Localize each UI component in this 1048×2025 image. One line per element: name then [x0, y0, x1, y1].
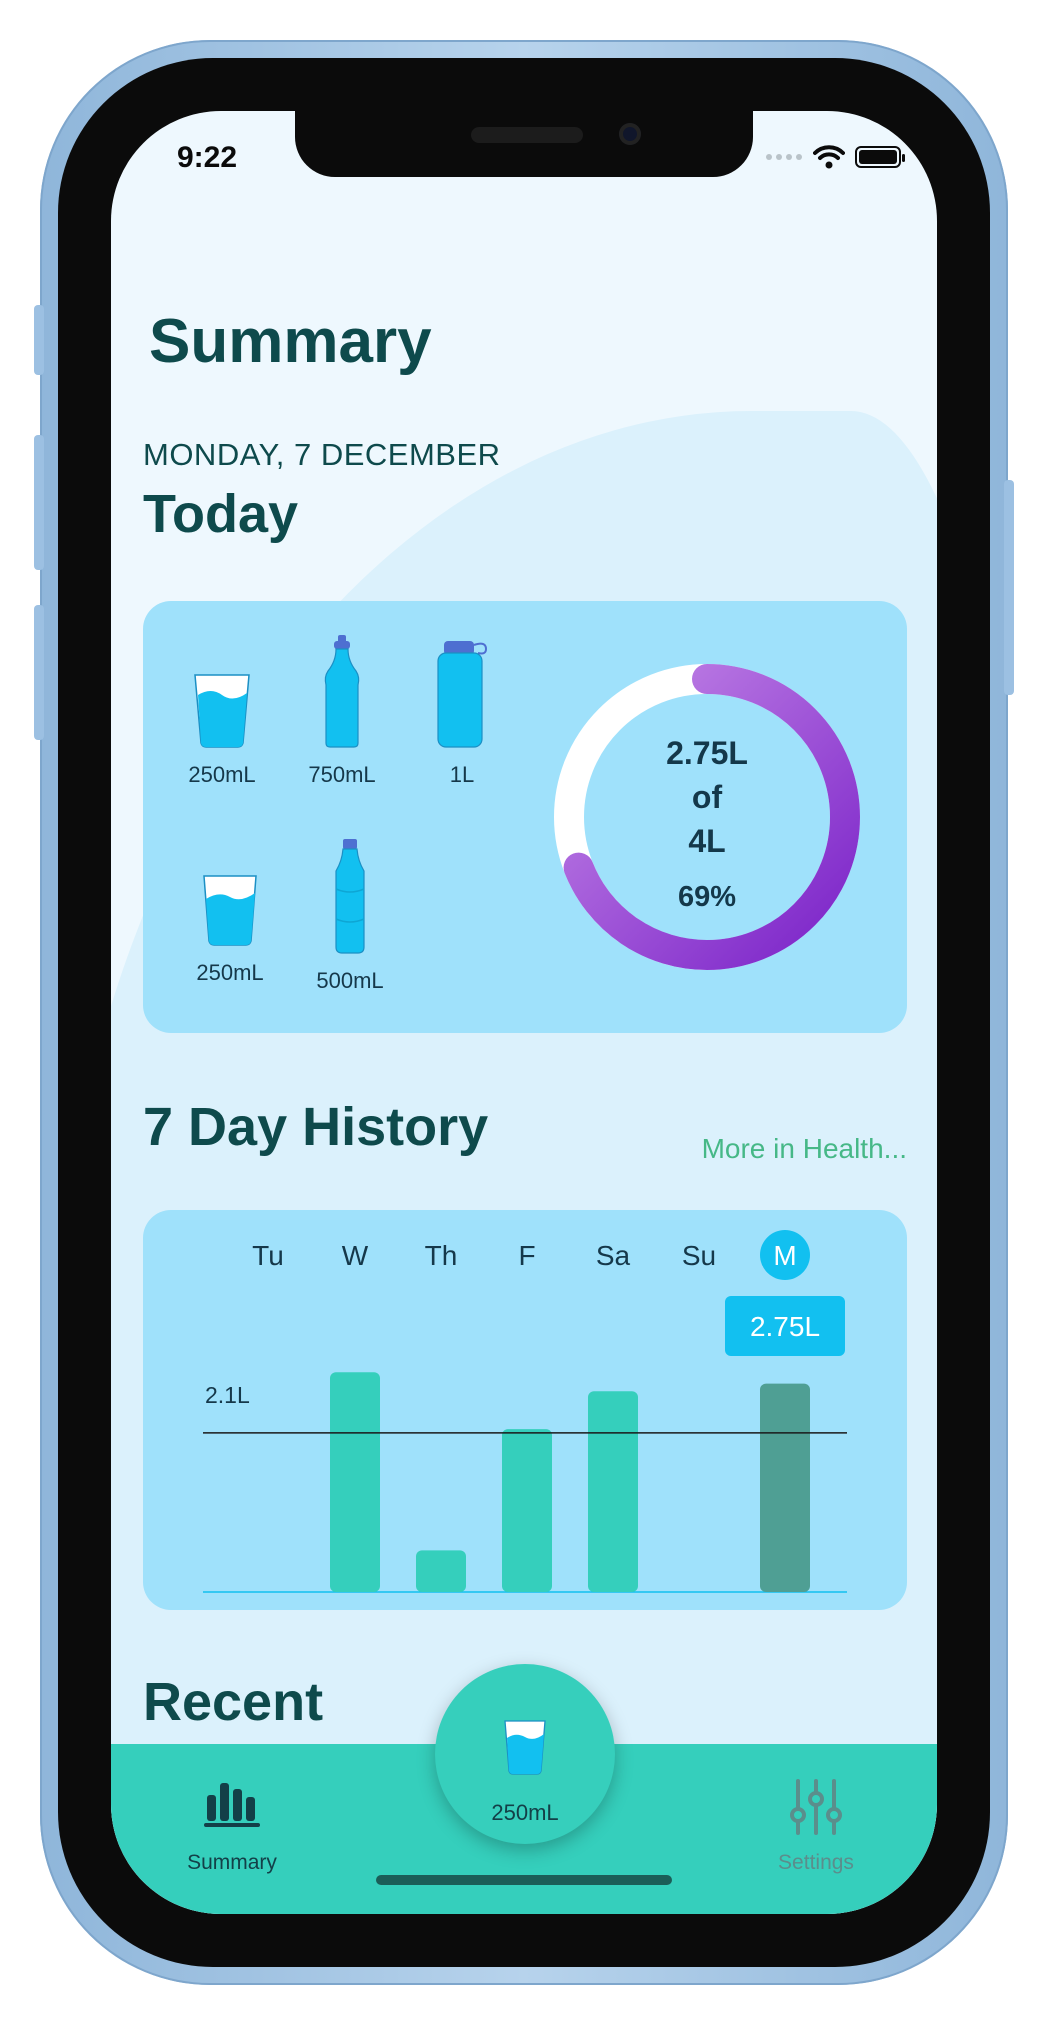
day-label[interactable]: Tu	[252, 1240, 284, 1271]
notch	[295, 111, 753, 177]
progress-of-word: of	[691, 779, 723, 815]
flask-bottle-icon	[437, 641, 488, 748]
battery-icon	[855, 146, 905, 168]
container-glass-250[interactable]: 250mL	[167, 671, 277, 788]
home-indicator[interactable]	[376, 1875, 672, 1885]
container-label: 500mL	[316, 968, 384, 993]
container-bottle-500[interactable]: 500mL	[295, 839, 405, 994]
progress-amount: 2.75L	[666, 735, 748, 771]
day-label[interactable]: Sa	[596, 1240, 631, 1271]
sliders-icon	[790, 1779, 842, 1835]
tab-summary-label: Summary	[187, 1851, 277, 1874]
day-label[interactable]: W	[342, 1240, 369, 1271]
today-heading: Today	[143, 484, 299, 544]
glass-icon	[203, 875, 257, 946]
chart-bar[interactable]	[588, 1391, 638, 1592]
history-bar-chart: Tu W Th F Sa Su M 2.1L 2.75L	[203, 1230, 847, 1593]
app-screen: 9:22 Summary MONDAY, 7 DECEMBER Today 25…	[111, 111, 937, 1914]
progress-summary: 2.75L of 4L 69%	[553, 731, 861, 914]
glass-icon	[194, 674, 250, 748]
today-card: 250mL 750mL 1L 250mL 500mL 2.75L of 4L 6…	[143, 601, 907, 1033]
date-label: MONDAY, 7 DECEMBER	[143, 437, 501, 472]
selected-value-label: 2.75L	[750, 1311, 820, 1342]
more-in-health-link[interactable]: More in Health...	[702, 1133, 907, 1165]
day-label[interactable]: Su	[682, 1240, 716, 1271]
water-bottle-icon	[335, 839, 365, 954]
volume-up-button	[34, 435, 44, 570]
container-label: 750mL	[308, 762, 376, 787]
tab-summary[interactable]: Summary	[167, 1779, 297, 1875]
page-title: Summary	[149, 307, 432, 376]
volume-down-button	[34, 605, 44, 740]
container-label: 250mL	[188, 762, 256, 787]
glass-icon	[504, 1720, 546, 1775]
day-label[interactable]: M	[773, 1240, 796, 1271]
chart-bar[interactable]	[330, 1372, 380, 1592]
progress-goal: 4L	[688, 823, 726, 859]
quick-add-button[interactable]: 250mL	[435, 1664, 615, 1844]
container-label: 250mL	[196, 960, 264, 985]
chart-bar[interactable]	[502, 1429, 552, 1592]
tab-settings-label: Settings	[778, 1851, 854, 1874]
cellular-signal-icon	[766, 154, 802, 160]
container-flask-1l[interactable]: 1L	[407, 637, 517, 788]
bar-chart-icon	[204, 1783, 260, 1827]
sports-bottle-icon	[324, 635, 360, 748]
day-label[interactable]: Th	[425, 1240, 458, 1271]
history-title: 7 Day History	[143, 1097, 489, 1157]
chart-bar[interactable]	[760, 1383, 810, 1592]
mute-switch	[34, 305, 44, 375]
tab-settings[interactable]: Settings	[751, 1779, 881, 1875]
status-time: 9:22	[177, 141, 238, 174]
day-label[interactable]: F	[518, 1240, 535, 1271]
container-bottle-750[interactable]: 750mL	[287, 635, 397, 788]
progress-percent: 69%	[677, 881, 737, 913]
wifi-icon	[813, 145, 845, 169]
quick-add-label: 250mL	[491, 1800, 559, 1825]
history-chart-card: Tu W Th F Sa Su M 2.1L 2.75L	[143, 1210, 907, 1610]
recent-heading: Recent	[143, 1672, 324, 1732]
front-camera	[619, 123, 641, 145]
container-label: 1L	[449, 762, 475, 787]
status-icons	[765, 145, 905, 169]
chart-bar[interactable]	[416, 1550, 466, 1592]
speaker	[471, 127, 583, 143]
goal-reference-label: 2.1L	[205, 1382, 250, 1408]
container-glass-250-b[interactable]: 250mL	[175, 873, 285, 986]
power-button	[1004, 480, 1014, 695]
